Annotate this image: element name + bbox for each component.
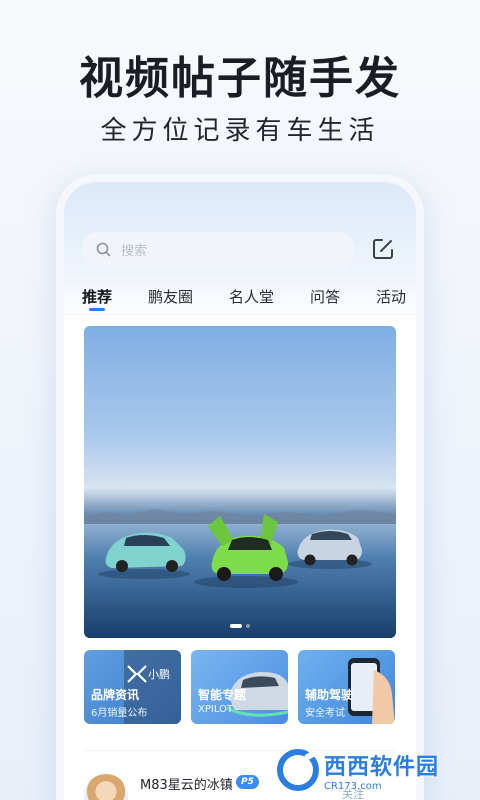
tab-friends-circle[interactable]: 鹏友圈 <box>148 286 193 307</box>
site-watermark: 西西软件园 CR173.com <box>276 746 472 794</box>
card-assisted-driving-title: 辅助驾驶 <box>305 688 354 702</box>
tab-qa[interactable]: 问答 <box>310 286 340 307</box>
tab-qa-label: 问答 <box>309 288 340 306</box>
card-assisted-driving[interactable]: 辅助驾驶 安全考试 <box>298 650 395 724</box>
tab-events[interactable]: 活动 <box>376 286 406 307</box>
phone-frame: 搜索 推荐 鹏友圈 名人堂 问答 活动 小鹏 品牌资讯 6月销量公布 智能专题 … <box>56 174 424 800</box>
tab-divider <box>64 314 416 315</box>
search-row: 搜索 <box>82 232 402 266</box>
tab-active-indicator <box>89 308 105 311</box>
banner-carousel[interactable] <box>84 326 396 638</box>
tab-recommend-label: 推荐 <box>82 288 113 306</box>
watermark-title: 西西软件园 <box>324 754 440 780</box>
tab-friends-circle-label: 鹏友圈 <box>147 288 193 306</box>
watermark-subtitle: CR173.com <box>324 780 382 792</box>
card-smart-topics-title: 智能专题 <box>198 688 247 702</box>
carousel-indicator <box>84 624 396 628</box>
search-icon <box>96 242 111 257</box>
avatar[interactable] <box>84 774 128 800</box>
card-brand-news[interactable]: 小鹏 品牌资讯 6月销量公布 <box>84 650 181 724</box>
search-placeholder: 搜索 <box>121 243 148 259</box>
compose-icon[interactable] <box>370 236 396 262</box>
tab-hall-of-fame[interactable]: 名人堂 <box>229 286 274 307</box>
card-smart-topics[interactable]: 智能专题 XPILOT <box>191 650 288 724</box>
feature-cards: 小鹏 品牌资讯 6月销量公布 智能专题 XPILOT 辅助驾驶 安全考试 <box>84 650 396 724</box>
promo-subline: 全方位记录有车生活 <box>100 116 380 146</box>
post-username[interactable]: M83星云的冰镇 <box>140 774 233 793</box>
card-assisted-driving-subtitle: 安全考试 <box>305 708 345 719</box>
watermark-logo-icon <box>277 749 319 791</box>
card-smart-topics-subtitle: XPILOT <box>198 704 234 715</box>
app-screen: 搜索 推荐 鹏友圈 名人堂 问答 活动 小鹏 品牌资讯 6月销量公布 智能专题 … <box>64 182 416 800</box>
promo-headline: 视频帖子随手发 <box>79 53 401 104</box>
search-input[interactable]: 搜索 <box>82 232 354 266</box>
carousel-dot <box>246 624 250 628</box>
tab-events-label: 活动 <box>375 288 406 306</box>
tab-hall-of-fame-label: 名人堂 <box>228 288 274 306</box>
watermark-text: 西西软件园 CR173.com <box>324 749 439 792</box>
card-brand-news-subtitle: 6月销量公布 <box>91 708 148 719</box>
card-brand-mark: 小鹏 <box>148 668 170 681</box>
vehicle-badge: P5 <box>236 775 259 789</box>
tab-bar: 推荐 鹏友圈 名人堂 问答 活动 <box>82 286 406 312</box>
carousel-dot-active <box>230 624 242 628</box>
tab-recommend[interactable]: 推荐 <box>82 286 113 311</box>
banner-image <box>84 509 396 638</box>
card-brand-news-title: 品牌资讯 <box>91 688 140 702</box>
